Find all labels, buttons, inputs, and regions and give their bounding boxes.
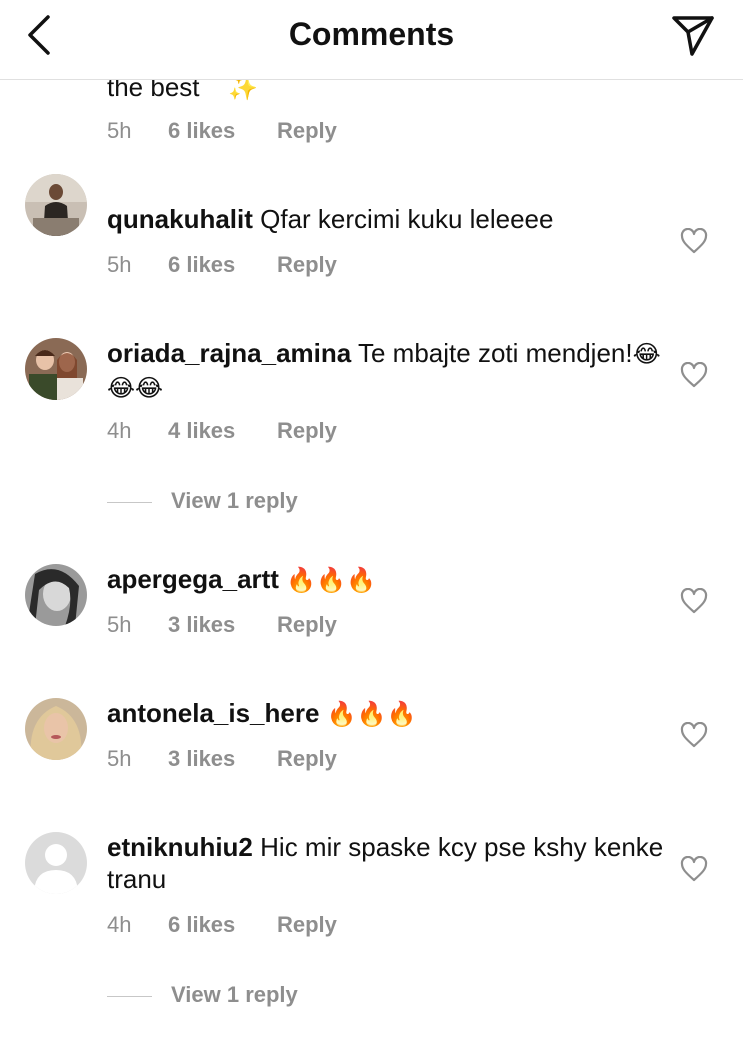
- reply-thread-line: [107, 996, 152, 997]
- comment-time: 4h: [107, 912, 132, 937]
- page-title: Comments: [288, 16, 455, 52]
- comment-text: Qfar kercimi kuku leleeee: [260, 204, 554, 234]
- comment-username[interactable]: etniknuhiu2: [107, 832, 253, 862]
- like-button[interactable]: [680, 227, 708, 254]
- view-replies-label: View 1 reply: [171, 488, 298, 513]
- reply-button[interactable]: Reply: [277, 418, 337, 444]
- comment-text: the best: [107, 80, 200, 102]
- comment-likes[interactable]: 3 likes: [168, 746, 235, 772]
- reply-button[interactable]: Reply: [277, 746, 337, 772]
- paper-plane-icon: [672, 16, 714, 56]
- comment-username[interactable]: oriada_rajna_amina: [107, 338, 351, 368]
- comment-time: 4h: [107, 418, 132, 443]
- heart-icon: [680, 227, 708, 254]
- avatar[interactable]: [25, 698, 87, 760]
- heart-icon: [680, 721, 708, 748]
- avatar[interactable]: [25, 564, 87, 626]
- header-bar: Comments: [0, 0, 743, 80]
- reply-button[interactable]: Reply: [277, 612, 337, 638]
- comment-time: 5h: [107, 252, 132, 277]
- like-button[interactable]: [680, 855, 708, 882]
- comment-username[interactable]: antonela_is_here: [107, 698, 319, 728]
- reply-button[interactable]: Reply: [277, 252, 337, 278]
- default-avatar-icon: [25, 832, 87, 894]
- sparkle-emoji: ✨: [228, 80, 258, 102]
- comment-body: etniknuhiu2 Hic mir spaske kcy pse kshy …: [107, 831, 667, 895]
- reply-thread-line: [107, 502, 152, 503]
- comment-body: qunakuhalit Qfar kercimi kuku leleeee: [107, 203, 667, 235]
- comment-time: 5h: [107, 612, 132, 637]
- heart-icon: [680, 855, 708, 882]
- avatar[interactable]: [25, 174, 87, 236]
- share-button[interactable]: [668, 12, 718, 58]
- like-button[interactable]: [680, 721, 708, 748]
- view-replies-label: View 1 reply: [171, 982, 298, 1007]
- fire-emoji: 🔥🔥🔥: [286, 567, 376, 594]
- comment-username[interactable]: apergega_artt: [107, 564, 279, 594]
- comment-time: 5h: [107, 746, 132, 771]
- comment-likes[interactable]: 6 likes: [168, 252, 235, 278]
- comment-likes[interactable]: 6 likes: [168, 912, 235, 938]
- like-button[interactable]: [680, 587, 708, 614]
- comment-likes[interactable]: 6 likes: [168, 118, 235, 144]
- comment-body: antonela_is_here 🔥🔥🔥: [107, 697, 667, 731]
- comment-likes[interactable]: 3 likes: [168, 612, 235, 638]
- avatar[interactable]: [25, 832, 87, 894]
- comment-body: oriada_rajna_amina Te mbajte zoti mendje…: [107, 337, 667, 405]
- heart-icon: [680, 587, 708, 614]
- comment-text: Te mbajte zoti mendjen!: [358, 338, 633, 368]
- heart-icon: [680, 361, 708, 388]
- like-button[interactable]: [680, 361, 708, 388]
- fire-emoji: 🔥🔥🔥: [326, 701, 417, 728]
- comment-username[interactable]: qunakuhalit: [107, 204, 253, 234]
- comment-time: 5h: [107, 118, 132, 143]
- comment-body: apergega_artt 🔥🔥🔥: [107, 563, 667, 597]
- comment-likes[interactable]: 4 likes: [168, 418, 235, 444]
- reply-button[interactable]: Reply: [277, 118, 337, 144]
- avatar[interactable]: [25, 338, 87, 400]
- reply-button[interactable]: Reply: [277, 912, 337, 938]
